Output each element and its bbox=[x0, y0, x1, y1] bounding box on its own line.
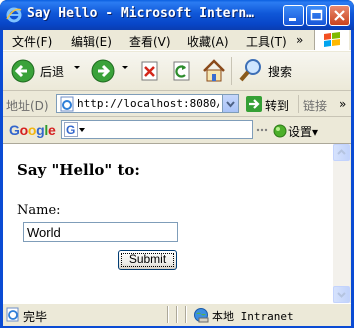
ie-logo-icon bbox=[6, 7, 22, 23]
page-icon bbox=[60, 96, 74, 112]
address-bar: 地址(D) http://localhost:8080/S 转到 链接 » bbox=[3, 92, 351, 117]
address-input[interactable]: http://localhost:8080/S bbox=[56, 94, 239, 113]
address-url[interactable]: http://localhost:8080/S bbox=[77, 97, 219, 110]
menu-view[interactable]: 查看(V) bbox=[129, 33, 171, 50]
google-g-dropdown-icon[interactable]: G bbox=[64, 122, 86, 138]
zone-text: 本地 Intranet bbox=[212, 310, 294, 323]
page-heading: Say "Hello" to: bbox=[17, 161, 140, 179]
menu-bar: 文件(F) 编辑(E) 查看(V) 收藏(A) 工具(T) » bbox=[3, 30, 351, 51]
forward-arrow-icon[interactable] bbox=[89, 56, 117, 86]
menu-tools[interactable]: 工具(T) bbox=[246, 33, 287, 50]
back-arrow-icon[interactable] bbox=[9, 56, 37, 86]
menu-file[interactable]: 文件(F) bbox=[12, 33, 52, 50]
vertical-scrollbar[interactable] bbox=[333, 144, 350, 303]
links-more-chevron[interactable]: » bbox=[339, 97, 346, 111]
menu-edit[interactable]: 编辑(E) bbox=[71, 33, 112, 50]
resize-handle-icon[interactable] bbox=[255, 125, 269, 135]
links-button[interactable]: 链接 bbox=[303, 97, 327, 114]
address-separator bbox=[298, 95, 299, 113]
address-label: 地址(D) bbox=[6, 99, 49, 113]
status-separator bbox=[185, 306, 186, 323]
google-toolbar: Google G 设置▾ bbox=[3, 117, 351, 144]
window-title: Say Hello - Microsoft Intern… bbox=[27, 6, 254, 21]
back-button-label[interactable]: 后退 bbox=[40, 63, 64, 80]
menu-more-chevron[interactable]: » bbox=[296, 33, 303, 47]
stop-icon[interactable] bbox=[139, 56, 161, 86]
go-arrow-icon[interactable] bbox=[245, 95, 263, 113]
toolbar-separator bbox=[231, 57, 232, 85]
window-client: 文件(F) 编辑(E) 查看(V) 收藏(A) 工具(T) » 后退 搜索 地址… bbox=[3, 30, 351, 326]
search-button-label[interactable]: 搜索 bbox=[268, 63, 292, 80]
page-done-icon bbox=[6, 307, 19, 322]
name-label: Name: bbox=[17, 203, 61, 218]
scroll-up-button[interactable] bbox=[333, 144, 350, 161]
name-input[interactable]: World bbox=[23, 222, 178, 242]
browser-window: Say Hello - Microsoft Intern… 文件(F) 编辑(E… bbox=[0, 0, 354, 328]
windows-flag-icon bbox=[324, 32, 340, 47]
status-bar: 完毕 本地 Intranet bbox=[3, 303, 351, 326]
google-search-input[interactable]: G bbox=[61, 120, 253, 139]
minimize-button[interactable] bbox=[283, 5, 304, 26]
refresh-icon[interactable] bbox=[171, 56, 193, 86]
go-button-label[interactable]: 转到 bbox=[265, 97, 289, 114]
scroll-down-button[interactable] bbox=[333, 286, 350, 303]
maximize-icon bbox=[310, 9, 323, 21]
status-separator bbox=[176, 306, 177, 323]
status-separator bbox=[167, 306, 168, 323]
search-magnifier-icon[interactable] bbox=[237, 56, 265, 86]
chevron-down-icon bbox=[226, 101, 235, 108]
address-dropdown-button[interactable] bbox=[222, 95, 238, 112]
google-logo[interactable]: Google bbox=[9, 122, 56, 138]
maximize-button[interactable] bbox=[306, 5, 327, 26]
forward-dropdown-arrow-icon[interactable] bbox=[122, 66, 128, 69]
chevron-up-icon bbox=[337, 149, 346, 155]
submit-button[interactable]: Submit bbox=[118, 250, 177, 270]
back-dropdown-arrow-icon[interactable] bbox=[74, 66, 80, 69]
close-icon bbox=[334, 10, 345, 21]
status-text: 完毕 bbox=[23, 310, 48, 324]
menu-favorites[interactable]: 收藏(A) bbox=[187, 33, 229, 50]
settings-globe-icon[interactable] bbox=[273, 124, 287, 138]
close-button[interactable] bbox=[329, 5, 350, 26]
google-settings-button[interactable]: 设置▾ bbox=[288, 123, 318, 140]
minimize-icon bbox=[289, 18, 296, 21]
windows-flag-logo bbox=[314, 30, 349, 50]
svg-text:G: G bbox=[66, 123, 75, 137]
page-content: Say "Hello" to: Name: World Submit bbox=[3, 144, 333, 303]
title-bar[interactable]: Say Hello - Microsoft Intern… bbox=[0, 0, 354, 30]
chevron-down-icon bbox=[337, 292, 346, 298]
home-icon[interactable] bbox=[201, 56, 227, 86]
intranet-zone-icon bbox=[194, 308, 209, 323]
standard-toolbar: 后退 搜索 bbox=[3, 52, 351, 91]
